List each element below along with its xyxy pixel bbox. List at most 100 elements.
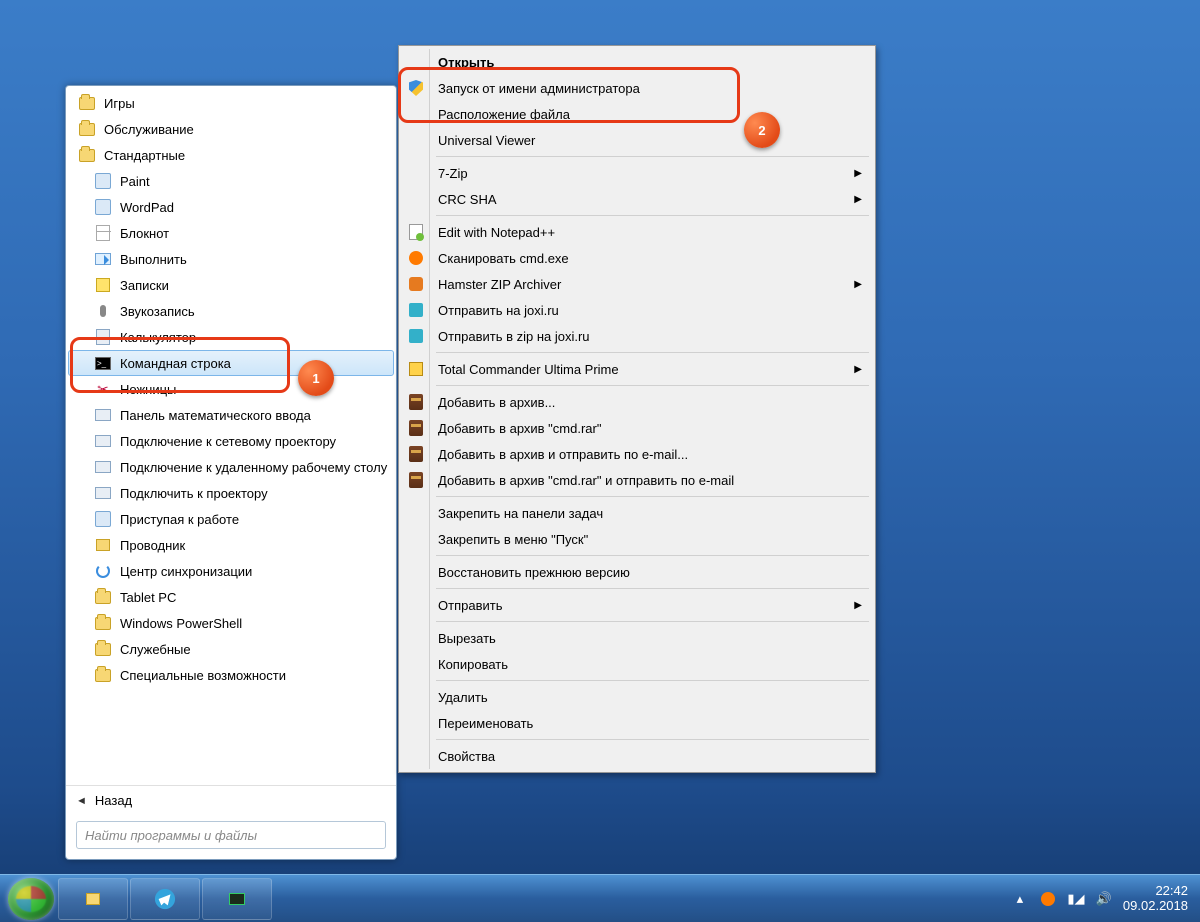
program-item[interactable]: Звукозапись (68, 298, 394, 324)
context-menu-item[interactable]: Открыть (402, 49, 872, 75)
context-menu-item[interactable]: Edit with Notepad++ (402, 219, 872, 245)
context-menu-item[interactable]: Удалить (402, 684, 872, 710)
system-tray: ▴ ▮◢ 🔊 22:42 09.02.2018 (1011, 884, 1200, 914)
context-menu-item-label: Вырезать (438, 631, 496, 646)
submenu-arrow-icon: ▶ (854, 279, 862, 290)
np-icon (407, 223, 425, 241)
context-menu-item-label: Расположение файла (438, 107, 570, 122)
program-item[interactable]: Служебные (68, 636, 394, 662)
tray-time: 22:42 (1123, 884, 1188, 899)
context-menu-item[interactable]: Восстановить прежнюю версию (402, 559, 872, 585)
taskbar-app-monitor[interactable] (202, 878, 272, 920)
program-item-label: Paint (120, 174, 150, 189)
context-menu-item-label: 7-Zip (438, 166, 468, 181)
submenu-arrow-icon: ▶ (854, 168, 862, 179)
program-item[interactable]: Центр синхронизации (68, 558, 394, 584)
start-menu: Игры Обслуживание Стандартные Paint WordPad Б… (65, 85, 397, 860)
taskbar-app-telegram[interactable] (130, 878, 200, 920)
context-menu-item[interactable]: Добавить в архив "cmd.rar" и отправить п… (402, 467, 872, 493)
context-menu-item[interactable]: Добавить в архив... (402, 389, 872, 415)
program-item[interactable]: Paint (68, 168, 394, 194)
submenu-arrow-icon: ▶ (854, 194, 862, 205)
context-menu-item[interactable]: Свойства (402, 743, 872, 769)
program-item[interactable]: Подключение к сетевому проектору (68, 428, 394, 454)
context-menu-item[interactable]: Сканировать cmd.exe (402, 245, 872, 271)
program-item[interactable]: Блокнот (68, 220, 394, 246)
program-item-label: Служебные (120, 642, 191, 657)
context-menu-separator (436, 555, 869, 556)
program-item[interactable]: Приступая к работе (68, 506, 394, 532)
taskbar-app-explorer[interactable] (58, 878, 128, 920)
tray-network-icon[interactable]: ▮◢ (1067, 890, 1085, 908)
rar-icon (407, 445, 425, 463)
context-menu-item[interactable]: Universal Viewer (402, 127, 872, 153)
context-menu-separator (436, 156, 869, 157)
context-menu-item[interactable]: Запуск от имени администратора (402, 75, 872, 101)
context-menu-separator (436, 621, 869, 622)
app-icon (94, 172, 112, 190)
program-item[interactable]: Windows PowerShell (68, 610, 394, 636)
context-menu-item[interactable]: CRC SHA▶ (402, 186, 872, 212)
context-menu-separator (436, 739, 869, 740)
program-item-label: Приступая к работе (120, 512, 239, 527)
context-menu-item-label: Edit with Notepad++ (438, 225, 555, 240)
program-item[interactable]: Записки (68, 272, 394, 298)
context-menu-item[interactable]: Закрепить на панели задач (402, 500, 872, 526)
context-menu-item[interactable]: Добавить в архив "cmd.rar" (402, 415, 872, 441)
start-button[interactable] (8, 878, 54, 920)
program-item-label: Подключить к проектору (120, 486, 268, 501)
context-menu-item[interactable]: Отправить в zip на joxi.ru (402, 323, 872, 349)
program-item[interactable]: Калькулятор (68, 324, 394, 350)
tray-chevron-icon[interactable]: ▴ (1011, 890, 1029, 908)
back-button[interactable]: ◄ Назад (66, 785, 396, 815)
context-menu-item[interactable]: Total Commander Ultima Prime▶ (402, 356, 872, 382)
tc-icon (407, 360, 425, 378)
context-menu-separator (436, 352, 869, 353)
program-item[interactable]: Tablet PC (68, 584, 394, 610)
program-item-label: Центр синхронизации (120, 564, 252, 579)
context-menu-item[interactable]: Переименовать (402, 710, 872, 736)
tray-volume-icon[interactable]: 🔊 (1095, 890, 1113, 908)
context-menu-item-label: Total Commander Ultima Prime (438, 362, 619, 377)
program-item[interactable]: Стандартные (68, 142, 394, 168)
program-item[interactable]: Подключить к проектору (68, 480, 394, 506)
program-item[interactable]: Панель математического ввода (68, 402, 394, 428)
program-item[interactable]: WordPad (68, 194, 394, 220)
program-item[interactable]: Специальные возможности (68, 662, 394, 688)
context-menu-item[interactable]: 7-Zip ▶ (402, 160, 872, 186)
folder-icon (94, 614, 112, 632)
taskbar: ▴ ▮◢ 🔊 22:42 09.02.2018 (0, 874, 1200, 922)
j-icon (407, 301, 425, 319)
program-item[interactable]: Подключение к удаленному рабочему столу (68, 454, 394, 480)
stick-icon (94, 276, 112, 294)
program-item-label: Игры (104, 96, 135, 111)
program-item[interactable]: Обслуживание (68, 116, 394, 142)
program-item-label: WordPad (120, 200, 174, 215)
context-menu-item-label: Hamster ZIP Archiver (438, 277, 561, 292)
folder-icon (94, 666, 112, 684)
search-input[interactable]: Найти программы и файлы (76, 821, 386, 849)
folder-icon (94, 588, 112, 606)
search-placeholder: Найти программы и файлы (85, 828, 257, 843)
panel-icon (94, 406, 112, 424)
program-item-label: Выполнить (120, 252, 187, 267)
context-menu-item[interactable]: Копировать (402, 651, 872, 677)
context-menu-item[interactable]: Hamster ZIP Archiver ▶ (402, 271, 872, 297)
program-item[interactable]: Выполнить (68, 246, 394, 272)
program-item[interactable]: ✂Ножницы (68, 376, 394, 402)
context-menu-item[interactable]: Закрепить в меню "Пуск" (402, 526, 872, 552)
context-menu-item[interactable]: Расположение файла (402, 101, 872, 127)
program-item[interactable]: Проводник (68, 532, 394, 558)
tray-clock[interactable]: 22:42 09.02.2018 (1123, 884, 1188, 914)
program-item[interactable]: >_Командная строка (68, 350, 394, 376)
context-menu-item-label: Отправить (438, 598, 502, 613)
program-item[interactable]: Игры (68, 90, 394, 116)
context-menu-item[interactable]: Добавить в архив и отправить по e-mail..… (402, 441, 872, 467)
context-menu-item[interactable]: Отправить▶ (402, 592, 872, 618)
calc-icon (94, 328, 112, 346)
tray-app-icon[interactable] (1039, 890, 1057, 908)
context-menu-item-label: Добавить в архив "cmd.rar" и отправить п… (438, 473, 734, 488)
program-item-label: Обслуживание (104, 122, 194, 137)
context-menu-item[interactable]: Отправить на joxi.ru (402, 297, 872, 323)
context-menu-item[interactable]: Вырезать (402, 625, 872, 651)
